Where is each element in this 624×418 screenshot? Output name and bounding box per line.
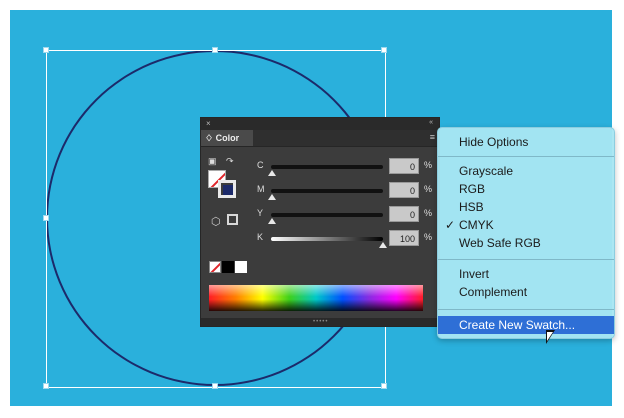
menu-item-label: RGB: [459, 182, 486, 196]
slider-row-yellow: Y 0 %: [255, 206, 433, 224]
panel-menu-icon[interactable]: ≡: [430, 132, 435, 142]
menu-item-cmyk[interactable]: ✓ CMYK: [438, 216, 614, 234]
panel-tab-bar: ♢ Color ≡: [201, 130, 439, 147]
default-fill-stroke-icon[interactable]: ▣: [208, 156, 218, 166]
handle-middle-left[interactable]: [43, 215, 49, 221]
menu-separator: [438, 309, 614, 310]
slider-track[interactable]: [271, 237, 383, 241]
color-panel: × « ♢ Color ≡ ▣ ↷ ⬡ C 0 % M 0 % Y 0 % K …: [200, 117, 440, 327]
handle-top-center[interactable]: [212, 47, 218, 53]
white-swatch[interactable]: [235, 261, 247, 273]
slider-thumb[interactable]: [268, 194, 276, 200]
menu-item-invert[interactable]: Invert: [438, 265, 614, 283]
handle-top-right[interactable]: [381, 47, 387, 53]
color-spectrum-ramp[interactable]: [209, 285, 423, 311]
slider-thumb[interactable]: [268, 218, 276, 224]
menu-item-create-new-swatch[interactable]: Create New Swatch...: [438, 316, 614, 334]
menu-item-label: CMYK: [459, 218, 494, 232]
value-field[interactable]: 0: [389, 158, 419, 174]
stroke-swatch[interactable]: [218, 180, 236, 198]
handle-bottom-right[interactable]: [381, 383, 387, 389]
panel-bottom-bar: •••••: [201, 318, 439, 326]
slider-row-cyan: C 0 %: [255, 158, 433, 176]
menu-item-web-safe-rgb[interactable]: Web Safe RGB: [438, 234, 614, 252]
mouse-pointer-icon: [546, 330, 555, 344]
menu-item-label: Web Safe RGB: [459, 236, 541, 250]
percent-label: %: [424, 160, 433, 170]
slider-label: C: [257, 160, 264, 170]
value-field[interactable]: 0: [389, 182, 419, 198]
slider-track[interactable]: [271, 189, 383, 193]
slider-label: K: [257, 232, 264, 242]
handle-top-left[interactable]: [43, 47, 49, 53]
black-swatch[interactable]: [222, 261, 234, 273]
menu-item-label: Create New Swatch...: [459, 318, 576, 332]
value-field[interactable]: 100: [389, 230, 419, 246]
panel-title-bar[interactable]: × «: [201, 118, 439, 130]
slider-label: M: [257, 184, 265, 194]
out-of-gamut-cube-icon[interactable]: ⬡: [211, 215, 221, 228]
slider-label: Y: [257, 208, 264, 218]
checkmark-icon: ✓: [445, 218, 456, 232]
percent-label: %: [424, 208, 433, 218]
menu-item-grayscale[interactable]: Grayscale: [438, 162, 614, 180]
slider-thumb[interactable]: [379, 242, 387, 248]
none-swatch[interactable]: [209, 261, 221, 273]
close-icon[interactable]: ×: [206, 119, 211, 128]
collapse-icon[interactable]: «: [429, 119, 433, 126]
handle-bottom-left[interactable]: [43, 383, 49, 389]
percent-label: %: [424, 184, 433, 194]
value-field[interactable]: 0: [389, 206, 419, 222]
menu-item-label: Complement: [459, 285, 528, 299]
percent-label: %: [424, 232, 433, 242]
menu-item-hsb[interactable]: HSB: [438, 198, 614, 216]
color-panel-flyout-menu: Hide Options Grayscale RGB HSB ✓ CMYK We…: [437, 127, 615, 339]
menu-item-label: Grayscale: [459, 164, 514, 178]
resize-grip-icon[interactable]: •••••: [313, 319, 329, 325]
swap-fill-stroke-icon[interactable]: ↷: [226, 156, 234, 167]
fill-stroke-widget: ▣ ↷: [208, 156, 244, 200]
slider-row-magenta: M 0 %: [255, 182, 433, 200]
slider-track[interactable]: [271, 165, 383, 169]
slider-row-black: K 100 %: [255, 230, 433, 248]
menu-separator: [438, 259, 614, 260]
menu-item-label: Invert: [459, 267, 490, 281]
handle-bottom-center[interactable]: [212, 383, 218, 389]
menu-item-rgb[interactable]: RGB: [438, 180, 614, 198]
slider-track[interactable]: [271, 213, 383, 217]
menu-item-label: HSB: [459, 200, 484, 214]
menu-item-hide-options[interactable]: Hide Options: [438, 133, 614, 151]
tab-color[interactable]: ♢ Color: [201, 130, 253, 146]
web-safe-square-icon[interactable]: [227, 214, 238, 225]
menu-item-complement[interactable]: Complement: [438, 283, 614, 301]
menu-separator: [438, 156, 614, 157]
slider-thumb[interactable]: [268, 170, 276, 176]
menu-item-label: Hide Options: [459, 135, 529, 149]
